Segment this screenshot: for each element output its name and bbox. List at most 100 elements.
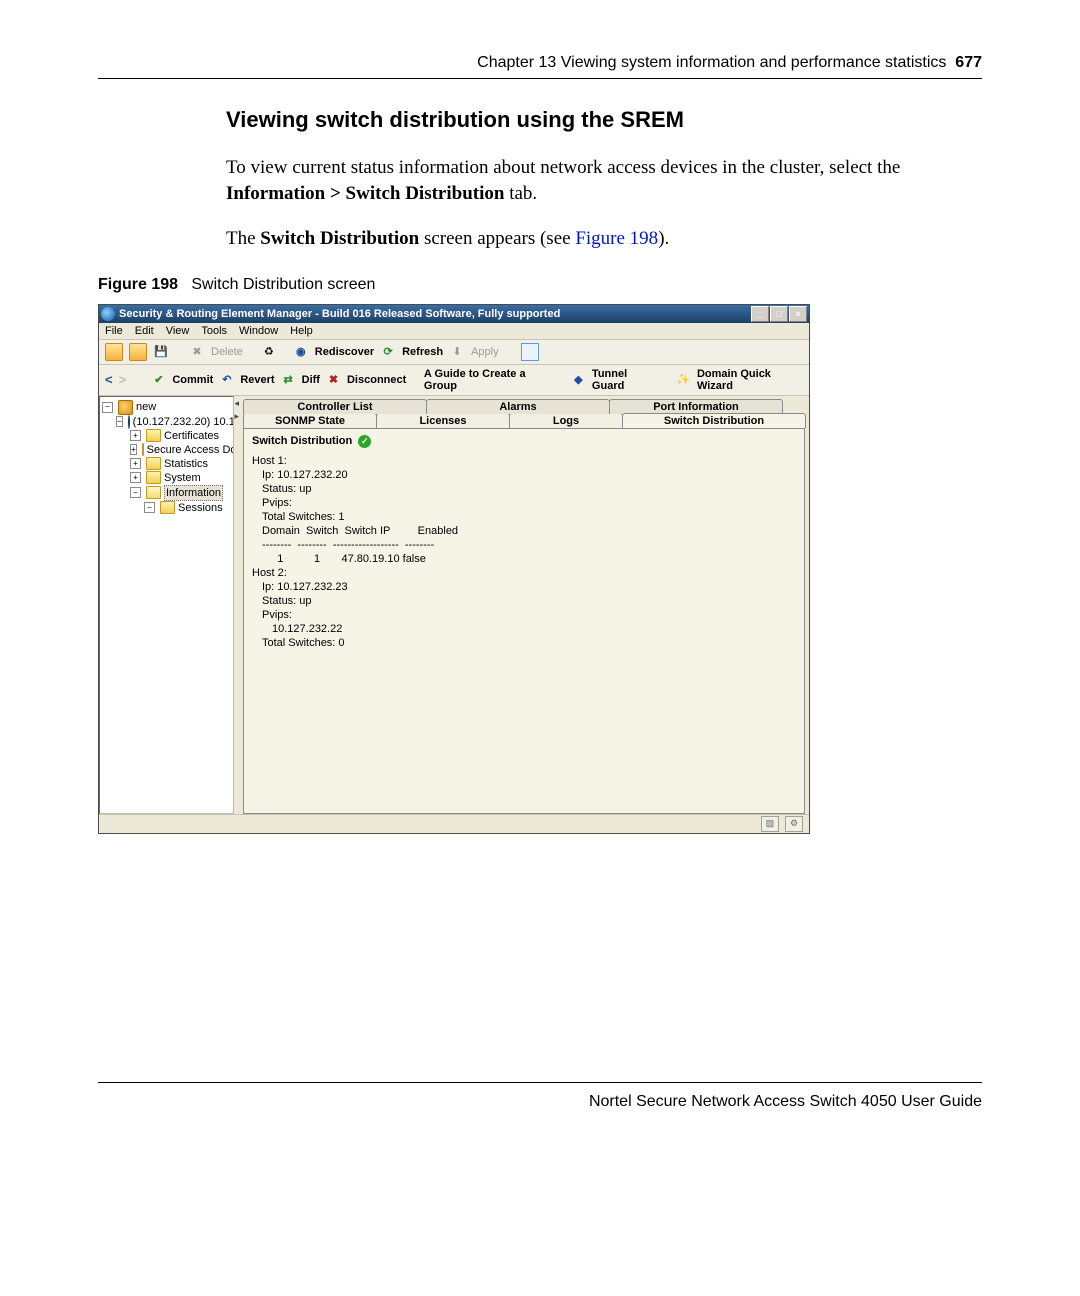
expander-icon[interactable] bbox=[116, 416, 123, 427]
app-icon bbox=[101, 307, 115, 321]
apply-icon: ⬇ bbox=[449, 344, 465, 360]
disconnect-label[interactable]: Disconnect bbox=[347, 374, 406, 386]
folder-icon bbox=[142, 443, 144, 456]
tunnel-icon[interactable]: ◆ bbox=[571, 372, 586, 388]
save-icon[interactable]: 💾 bbox=[153, 344, 169, 360]
menu-help[interactable]: Help bbox=[290, 325, 313, 337]
figure-caption: Figure 198 Switch Distribution screen bbox=[98, 276, 982, 294]
expander-icon[interactable] bbox=[130, 458, 141, 469]
tree-root[interactable]: new bbox=[102, 400, 231, 415]
rediscover-icon[interactable]: ◉ bbox=[293, 344, 309, 360]
menu-file[interactable]: File bbox=[105, 325, 123, 337]
tab-controller-list[interactable]: Controller List bbox=[243, 399, 427, 414]
expander-icon[interactable] bbox=[130, 430, 141, 441]
tree-system[interactable]: System bbox=[102, 471, 231, 485]
new-icon[interactable] bbox=[105, 343, 123, 361]
window-title: Security & Routing Element Manager - Bui… bbox=[119, 308, 751, 320]
tab-alarms[interactable]: Alarms bbox=[426, 399, 610, 414]
tree-panel[interactable]: new (10.127.232.20) 10.127.232.21 Certif… bbox=[99, 396, 234, 814]
intro-paragraph-2: The Switch Distribution screen appears (… bbox=[226, 226, 982, 252]
figure-ref[interactable]: Figure 198 bbox=[575, 228, 658, 249]
toolbar-1: 💾 ✖ Delete ♻ ◉ Rediscover ⟳ Refresh ⬇ Ap… bbox=[99, 340, 809, 365]
folder-icon bbox=[146, 471, 161, 484]
apply-label: Apply bbox=[471, 346, 499, 358]
root-icon bbox=[118, 400, 133, 415]
host1-ip: Ip: 10.127.232.20 bbox=[252, 468, 796, 482]
commit-icon[interactable]: ✔ bbox=[151, 372, 166, 388]
host2-status: Status: up bbox=[252, 594, 796, 608]
folder-icon bbox=[160, 501, 175, 514]
host1-table-header: Domain Switch Switch IP Enabled bbox=[252, 524, 796, 538]
status-strip: ▨ ⚙ bbox=[99, 814, 809, 833]
globe-icon bbox=[128, 415, 130, 429]
expander-icon[interactable] bbox=[130, 444, 137, 455]
revert-label[interactable]: Revert bbox=[240, 374, 274, 386]
toolbar-2: < > ✔ Commit ↶ Revert ⇄ Diff ✖ Disconnec… bbox=[99, 365, 809, 396]
chapter-label: Chapter 13 Viewing system information an… bbox=[477, 54, 946, 71]
folder-icon bbox=[146, 457, 161, 470]
maximize-button[interactable]: □ bbox=[770, 306, 788, 322]
running-head: Chapter 13 Viewing system information an… bbox=[98, 54, 982, 78]
disconnect-icon[interactable]: ✖ bbox=[326, 372, 341, 388]
intro-paragraph-1: To view current status information about… bbox=[226, 155, 982, 206]
tab-switch-distribution[interactable]: Switch Distribution bbox=[622, 413, 806, 428]
tree-device[interactable]: (10.127.232.20) 10.127.232.21 bbox=[102, 415, 231, 429]
tab-logs[interactable]: Logs bbox=[509, 413, 623, 428]
minimize-button[interactable]: _ bbox=[751, 306, 769, 322]
host2-header: Host 2: bbox=[252, 566, 796, 580]
menu-view[interactable]: View bbox=[166, 325, 190, 337]
header-rule bbox=[98, 78, 982, 79]
footer-rule bbox=[98, 1082, 982, 1083]
folder-icon bbox=[146, 429, 161, 442]
tab-row-back: Controller List Alarms Port Information bbox=[243, 399, 805, 414]
nav-back-icon[interactable]: < bbox=[105, 372, 113, 387]
tree-information[interactable]: Information bbox=[102, 485, 231, 501]
refresh-icon[interactable]: ⟳ bbox=[380, 344, 396, 360]
refresh-label[interactable]: Refresh bbox=[402, 346, 443, 358]
expander-icon[interactable] bbox=[130, 487, 141, 498]
menu-edit[interactable]: Edit bbox=[135, 325, 154, 337]
tunnel-label[interactable]: Tunnel Guard bbox=[592, 368, 658, 392]
tree-statistics[interactable]: Statistics bbox=[102, 457, 231, 471]
guide-label[interactable]: A Guide to Create a Group bbox=[424, 368, 553, 392]
menu-tools[interactable]: Tools bbox=[201, 325, 227, 337]
titlebar: Security & Routing Element Manager - Bui… bbox=[99, 305, 809, 323]
tab-port-information[interactable]: Port Information bbox=[609, 399, 783, 414]
tree-sessions[interactable]: Sessions bbox=[102, 501, 231, 515]
section-title: Viewing switch distribution using the SR… bbox=[226, 107, 982, 133]
revert-icon[interactable]: ↶ bbox=[219, 372, 234, 388]
commit-label[interactable]: Commit bbox=[172, 374, 213, 386]
diff-label[interactable]: Diff bbox=[302, 374, 320, 386]
menu-window[interactable]: Window bbox=[239, 325, 278, 337]
wizard-label[interactable]: Domain Quick Wizard bbox=[697, 368, 803, 392]
expander-icon[interactable] bbox=[130, 472, 141, 483]
nav-forward-icon: > bbox=[119, 372, 127, 387]
panel-title: Switch Distribution ✓ bbox=[252, 435, 796, 448]
expander-icon[interactable] bbox=[102, 402, 113, 413]
page-number: 677 bbox=[955, 54, 982, 71]
host2-pvips: Pvips: bbox=[252, 608, 796, 622]
delete-label: Delete bbox=[211, 346, 243, 358]
diff-icon[interactable]: ⇄ bbox=[281, 372, 296, 388]
expander-icon[interactable] bbox=[144, 502, 155, 513]
app-window: Security & Routing Element Manager - Bui… bbox=[98, 304, 810, 834]
host2-pvip1: 10.127.232.22 bbox=[252, 622, 796, 636]
host2-total: Total Switches: 0 bbox=[252, 636, 796, 650]
status-button-2[interactable]: ⚙ bbox=[785, 816, 803, 832]
tab-row-front: SONMP State Licenses Logs Switch Distrib… bbox=[243, 413, 805, 428]
host2-ip: Ip: 10.127.232.23 bbox=[252, 580, 796, 594]
rediscover-label[interactable]: Rediscover bbox=[315, 346, 374, 358]
tree-secure-access-domain[interactable]: Secure Access Domain bbox=[102, 443, 231, 457]
status-ok-icon: ✓ bbox=[358, 435, 371, 448]
close-button[interactable]: × bbox=[789, 306, 807, 322]
delete-icon: ✖ bbox=[189, 344, 205, 360]
status-button-1[interactable]: ▨ bbox=[761, 816, 779, 832]
tree-certificates[interactable]: Certificates bbox=[102, 429, 231, 443]
tab-licenses[interactable]: Licenses bbox=[376, 413, 510, 428]
recycle-icon[interactable]: ♻ bbox=[261, 344, 277, 360]
open-icon[interactable] bbox=[129, 343, 147, 361]
wizard-icon[interactable]: ✨ bbox=[676, 372, 691, 388]
host1-pvips: Pvips: bbox=[252, 496, 796, 510]
tab-sonmp-state[interactable]: SONMP State bbox=[243, 413, 377, 428]
window-icon[interactable] bbox=[521, 343, 539, 361]
